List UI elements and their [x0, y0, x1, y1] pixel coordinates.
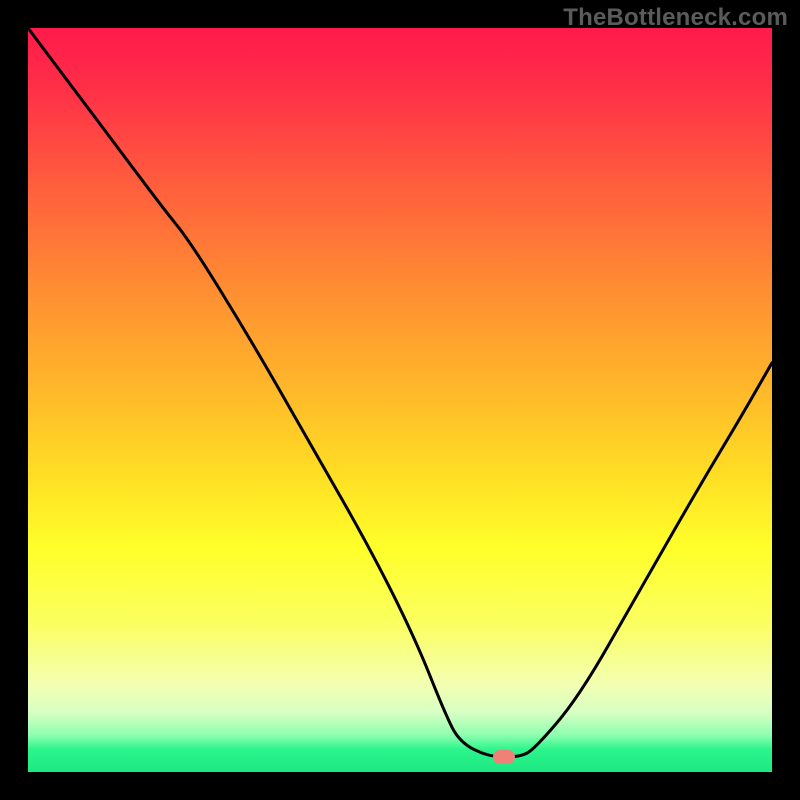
plot-area: [28, 28, 772, 772]
bottleneck-curve: [28, 28, 772, 772]
chart-frame: TheBottleneck.com: [0, 0, 800, 800]
optimal-point-marker: [493, 750, 515, 764]
watermark-text: TheBottleneck.com: [563, 4, 788, 32]
curve-path: [28, 28, 772, 757]
